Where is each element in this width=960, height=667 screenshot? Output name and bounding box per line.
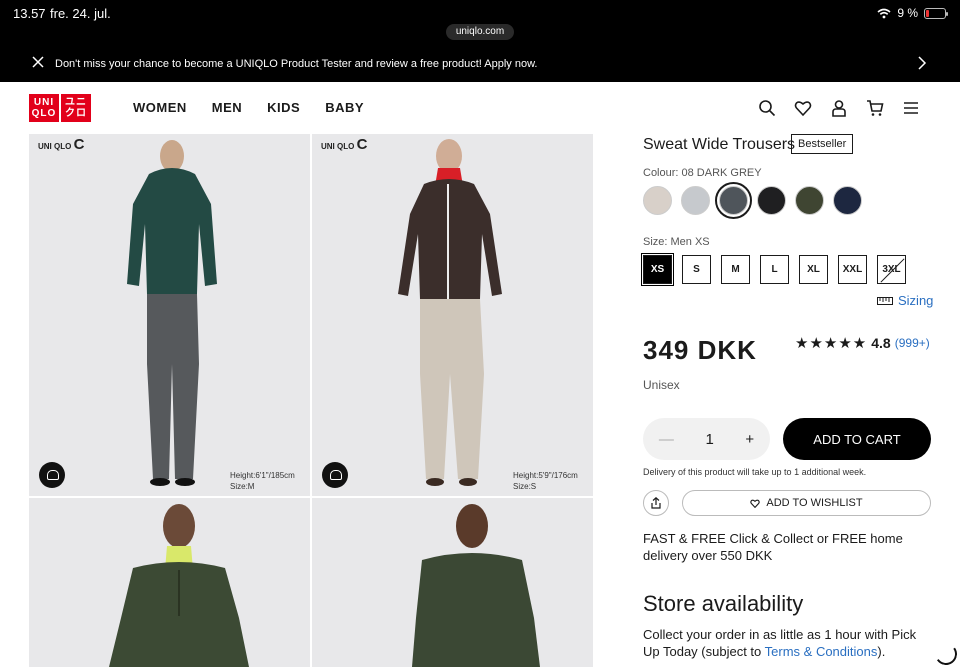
plus-icon[interactable]: + — [745, 431, 754, 448]
shipping-info: FAST & FREE Click & Collect or FREE home… — [643, 531, 903, 563]
nav-baby[interactable]: BABY — [325, 100, 364, 115]
category-menu: WOMEN MEN KIDS BABY — [133, 100, 389, 115]
size-option[interactable]: 3XL — [877, 255, 906, 284]
model-info-icon[interactable] — [39, 462, 65, 488]
ruler-icon — [877, 296, 893, 305]
share-button[interactable] — [643, 490, 669, 516]
star-icons: ★★★★★ — [795, 335, 868, 352]
quantity-value: 1 — [705, 430, 714, 448]
product-image-3[interactable] — [29, 498, 310, 667]
store-availability-title: Store availability — [643, 591, 804, 616]
sizing-link[interactable]: Sizing — [877, 293, 933, 308]
logo-block-latin: UNI QLO — [29, 94, 59, 122]
quantity-stepper: — 1 + — [643, 418, 770, 460]
minus-icon[interactable]: — — [659, 431, 674, 448]
model-image-1 — [29, 134, 310, 496]
product-rating[interactable]: ★★★★★ 4.8 (999+) — [795, 334, 930, 352]
status-date: fre. 24. jul. — [50, 6, 111, 21]
colour-swatch[interactable] — [833, 186, 862, 215]
colour-label: Colour: 08 DARK GREY — [643, 167, 762, 179]
model-info-icon[interactable] — [322, 462, 348, 488]
wishlist-label: ADD TO WISHLIST — [766, 497, 863, 509]
status-bar: 13.57 fre. 24. jul. uniqlo.com 9 % — [0, 0, 960, 44]
collect-info: Collect your order in as little as 1 hou… — [643, 627, 917, 659]
hamburger-menu-icon[interactable] — [902, 99, 920, 117]
uniqlo-c-mark: UNI QLO C — [38, 136, 85, 153]
product-image-4[interactable] — [312, 498, 593, 667]
colour-swatch[interactable] — [795, 186, 824, 215]
size-label: Size: Men XS — [643, 236, 710, 248]
share-icon — [651, 497, 661, 509]
colour-swatches — [643, 182, 862, 219]
bestseller-badge: Bestseller — [791, 134, 854, 154]
terms-link[interactable]: Terms & Conditions — [765, 644, 878, 659]
main-nav: UNI QLO ユニ クロ WOMEN MEN KIDS BABY — [0, 82, 960, 134]
colour-swatch[interactable] — [715, 182, 752, 219]
close-icon[interactable] — [31, 55, 45, 69]
size-option[interactable]: XL — [799, 255, 828, 284]
heart-icon[interactable] — [794, 99, 812, 117]
product-image-1[interactable]: UNI QLO C Height:6'1"/185cm Size:M — [29, 134, 310, 496]
nav-kids[interactable]: KIDS — [267, 100, 300, 115]
chevron-right-icon[interactable] — [916, 56, 928, 70]
rating-value: 4.8 — [871, 335, 891, 351]
nav-men[interactable]: MEN — [212, 100, 242, 115]
product-image-2[interactable]: UNI QLO C Height:5'9"/176cm Size:S — [312, 134, 593, 496]
model-image-3 — [29, 498, 310, 667]
size-options: XS S M L XL XXL 3XL — [641, 253, 906, 286]
search-icon[interactable] — [758, 99, 776, 117]
size-option[interactable]: M — [721, 255, 750, 284]
heart-icon — [750, 499, 761, 508]
cart-icon[interactable] — [866, 99, 884, 117]
logo-block-katakana: ユニ クロ — [61, 94, 91, 122]
sizing-label[interactable]: Sizing — [898, 293, 933, 308]
promo-text[interactable]: Don't miss your chance to become a UNIQL… — [55, 58, 537, 70]
colour-swatch[interactable] — [643, 186, 672, 215]
status-time: 13.57 — [13, 6, 46, 21]
add-to-cart-button[interactable]: ADD TO CART — [783, 418, 931, 460]
model-size-info: Height:6'1"/185cm Size:M — [230, 471, 295, 491]
colour-swatch[interactable] — [681, 186, 710, 215]
user-icon[interactable] — [830, 99, 848, 117]
product-title: Sweat Wide Trousers — [643, 136, 796, 153]
promo-banner[interactable]: Don't miss your chance to become a UNIQL… — [0, 44, 960, 82]
model-size-info: Height:5'9"/176cm Size:S — [513, 471, 578, 491]
size-option[interactable]: S — [682, 255, 711, 284]
wifi-icon — [877, 8, 891, 18]
add-to-wishlist-button[interactable]: ADD TO WISHLIST — [682, 490, 931, 516]
model-image-4 — [312, 498, 593, 667]
review-count[interactable]: (999+) — [895, 336, 930, 350]
uniqlo-c-mark: UNI QLO C — [321, 136, 368, 153]
battery-percent: 9 % — [897, 6, 918, 20]
nav-icons — [758, 99, 920, 117]
size-option[interactable]: XS — [641, 253, 674, 286]
model-image-2 — [312, 134, 593, 496]
size-option[interactable]: L — [760, 255, 789, 284]
url-pill[interactable]: uniqlo.com — [446, 24, 514, 40]
battery-icon — [924, 7, 948, 19]
uniqlo-logo[interactable]: UNI QLO ユニ クロ — [29, 94, 91, 122]
product-price: 349 DKK — [643, 335, 757, 365]
status-right: 9 % — [877, 6, 948, 20]
colour-swatch[interactable] — [757, 186, 786, 215]
product-gallery: UNI QLO C Height:6'1"/185cm Size:M UNI Q… — [29, 134, 593, 667]
delivery-note: Delivery of this product will take up to… — [643, 467, 867, 477]
gender-label: Unisex — [643, 378, 680, 392]
size-option[interactable]: XXL — [838, 255, 867, 284]
loading-spinner-icon — [933, 641, 959, 667]
nav-women[interactable]: WOMEN — [133, 100, 187, 115]
